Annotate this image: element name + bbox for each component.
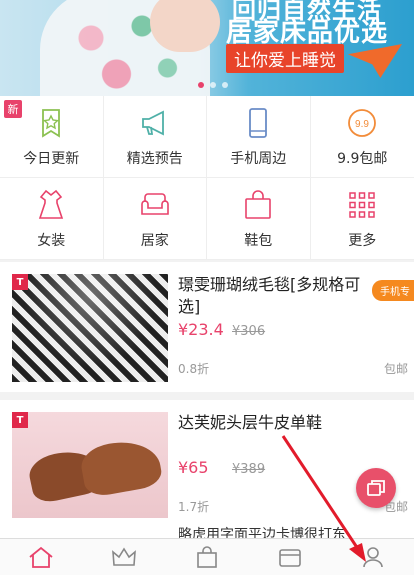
- carousel-indicator: [198, 82, 228, 88]
- tab-profile[interactable]: [331, 539, 414, 575]
- banner-subtitle: 让你爱上睡觉: [226, 44, 344, 73]
- product-image: T: [12, 412, 168, 520]
- floating-window-button[interactable]: [356, 468, 396, 508]
- box-icon: [276, 545, 304, 569]
- window-icon: [365, 477, 387, 499]
- dress-icon: [34, 188, 68, 222]
- product-card-partial[interactable]: 略虎用字面平边卡博很打东: [0, 518, 414, 538]
- bag-icon: [241, 188, 275, 222]
- user-icon: [359, 545, 387, 569]
- sofa-icon: [138, 188, 172, 222]
- tab-favorites[interactable]: [248, 539, 331, 575]
- product-image: T: [12, 274, 168, 382]
- category-grid: 新 今日更新 精选预告 手机周边 9.9 9.9包邮 女装 居家 鞋包 更多: [0, 96, 414, 260]
- category-shoes-bags[interactable]: 鞋包: [207, 178, 311, 260]
- category-label: 女装: [37, 230, 65, 250]
- crown-icon: [110, 545, 138, 569]
- svg-text:9.9: 9.9: [355, 119, 369, 130]
- category-womens-clothing[interactable]: 女装: [0, 178, 104, 260]
- carousel-dot: [222, 82, 228, 88]
- mobile-exclusive-tag: 手机专: [372, 280, 414, 301]
- tab-home[interactable]: [0, 539, 83, 575]
- product-price: ¥65: [178, 458, 209, 477]
- category-more[interactable]: 更多: [311, 178, 414, 260]
- shoe-shape: [78, 436, 163, 499]
- product-title: 达芙妮头层牛皮单鞋: [178, 412, 378, 434]
- paper-plane-icon: [348, 44, 402, 78]
- category-label: 手机周边: [230, 148, 286, 168]
- tab-shop[interactable]: [166, 539, 249, 575]
- tmall-badge: T: [12, 412, 28, 428]
- bag-icon: [193, 545, 221, 569]
- product-original-price: ¥389: [232, 462, 265, 477]
- product-list: T 璟雯珊瑚绒毛毯[多规格可选] ¥23.4 ¥306 0.8折 包邮 手机专 …: [0, 262, 414, 538]
- carousel-dot: [210, 82, 216, 88]
- banner-face-image: [150, 0, 220, 52]
- star-tag-icon: [34, 106, 68, 140]
- phone-icon: [241, 106, 275, 140]
- product-original-price: ¥306: [232, 324, 265, 339]
- category-label: 今日更新: [23, 148, 79, 168]
- grid-icon: [345, 188, 379, 222]
- category-label: 精选预告: [127, 148, 183, 168]
- category-label: 鞋包: [244, 230, 272, 250]
- product-card[interactable]: T 璟雯珊瑚绒毛毯[多规格可选] ¥23.4 ¥306 0.8折 包邮 手机专: [0, 262, 414, 392]
- carousel-dot-active: [198, 82, 204, 88]
- bottom-tab-bar: [0, 538, 414, 575]
- category-home[interactable]: 居家: [104, 178, 208, 260]
- tab-brand[interactable]: [83, 539, 166, 575]
- shoes-image: [12, 412, 168, 520]
- category-label: 更多: [348, 230, 376, 250]
- product-title: 璟雯珊瑚绒毛毯[多规格可选]: [178, 274, 378, 318]
- category-today-update[interactable]: 新 今日更新: [0, 96, 104, 178]
- home-icon: [27, 545, 55, 569]
- price-tag-icon: 9.9: [345, 106, 379, 140]
- product-card[interactable]: T 达芙妮头层牛皮单鞋 ¥65 ¥389 1.7折 包邮: [0, 400, 414, 530]
- promo-banner[interactable]: 回归自然生活 居家床品优选 让你爱上睡觉: [0, 0, 414, 96]
- blanket-image: [12, 274, 168, 382]
- category-label: 居家: [141, 230, 169, 250]
- product-shipping: 包邮: [384, 360, 408, 377]
- tmall-badge: T: [12, 274, 28, 290]
- category-label: 9.9包邮: [337, 148, 387, 168]
- product-discount: 0.8折: [178, 360, 209, 377]
- category-free-shipping[interactable]: 9.9 9.9包邮: [311, 96, 414, 178]
- product-discount: 1.7折: [178, 498, 209, 515]
- category-phone-accessories[interactable]: 手机周边: [207, 96, 311, 178]
- new-badge: 新: [4, 100, 22, 118]
- product-price: ¥23.4: [178, 320, 224, 339]
- megaphone-icon: [138, 106, 172, 140]
- category-preview[interactable]: 精选预告: [104, 96, 208, 178]
